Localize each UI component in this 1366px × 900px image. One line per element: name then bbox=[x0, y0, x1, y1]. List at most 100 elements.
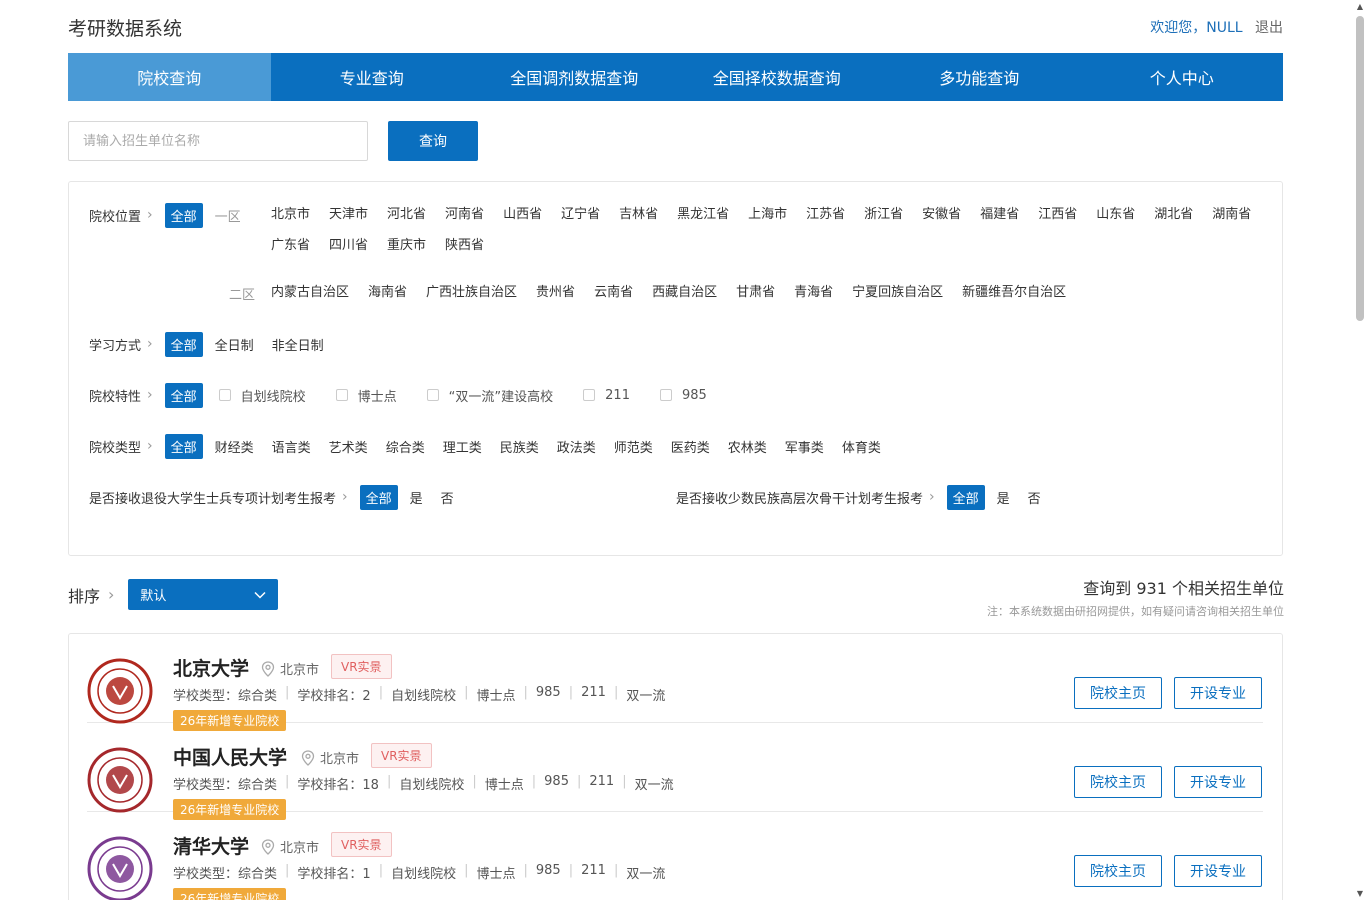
university-name[interactable]: 中国人民大学 bbox=[173, 743, 287, 770]
vr-tour-badge[interactable]: VR实景 bbox=[331, 832, 392, 857]
nav-adjust-data[interactable]: 全国调剂数据查询 bbox=[473, 53, 676, 101]
province-option[interactable]: 青海省 bbox=[794, 277, 833, 308]
university-name[interactable]: 北京大学 bbox=[173, 654, 249, 681]
checkbox-icon[interactable] bbox=[659, 389, 672, 401]
checkbox-icon[interactable] bbox=[218, 389, 231, 401]
feature-checkbox[interactable]: 985 bbox=[659, 388, 707, 403]
meta-separator: | bbox=[378, 685, 384, 700]
checkbox-icon[interactable] bbox=[426, 389, 439, 401]
soldier-no-option[interactable]: 否 bbox=[441, 488, 454, 507]
type-option[interactable]: 政法类 bbox=[557, 437, 596, 456]
province-option[interactable]: 山东省 bbox=[1096, 199, 1135, 230]
meta-separator: | bbox=[464, 863, 469, 878]
checkbox-icon[interactable] bbox=[583, 389, 596, 401]
province-option[interactable]: 辽宁省 bbox=[561, 199, 600, 230]
province-option[interactable]: 四川省 bbox=[329, 230, 368, 261]
province-option[interactable]: 河北省 bbox=[387, 199, 426, 230]
type-option[interactable]: 农林类 bbox=[728, 437, 767, 456]
study-option[interactable]: 非全日制 bbox=[272, 335, 324, 354]
nav-major-query[interactable]: 专业查询 bbox=[271, 53, 474, 101]
province-option[interactable]: 海南省 bbox=[368, 277, 407, 308]
province-option[interactable]: 安徽省 bbox=[922, 199, 961, 230]
province-option[interactable]: 广西壮族自治区 bbox=[426, 277, 517, 308]
province-option[interactable]: 宁夏回族自治区 bbox=[852, 277, 943, 308]
school-homepage-button[interactable]: 院校主页 bbox=[1074, 855, 1162, 887]
feature-checkbox[interactable]: 211 bbox=[583, 388, 630, 403]
type-all-chip[interactable]: 全部 bbox=[164, 433, 203, 459]
scroll-up-arrow-icon[interactable]: ▲ bbox=[1357, 2, 1363, 11]
province-option[interactable]: 山西省 bbox=[503, 199, 542, 230]
province-option[interactable]: 上海市 bbox=[748, 199, 787, 230]
nav-personal-center[interactable]: 个人中心 bbox=[1081, 53, 1284, 101]
province-option[interactable]: 广东省 bbox=[271, 230, 310, 261]
province-option[interactable]: 湖北省 bbox=[1154, 199, 1193, 230]
type-option[interactable]: 体育类 bbox=[842, 437, 881, 456]
type-option[interactable]: 理工类 bbox=[443, 437, 482, 456]
location-all-chip[interactable]: 全部 bbox=[164, 202, 203, 228]
province-option[interactable]: 贵州省 bbox=[536, 277, 575, 308]
province-option[interactable]: 福建省 bbox=[980, 199, 1019, 230]
province-option[interactable]: 新疆维吾尔自治区 bbox=[962, 277, 1066, 308]
sort-dropdown[interactable]: 默认 bbox=[128, 579, 279, 610]
open-majors-button[interactable]: 开设专业 bbox=[1174, 766, 1262, 798]
meta-separator: | bbox=[576, 774, 582, 789]
university-meta: 学校类型：综合类 | 学校排名：1 | 自划线院校 | 博士点 | 985 | 211 | 双一流 bbox=[173, 863, 665, 882]
province-option[interactable]: 江苏省 bbox=[806, 199, 845, 230]
logout-link[interactable]: 退出 bbox=[1255, 20, 1283, 36]
type-option[interactable]: 师范类 bbox=[614, 437, 653, 456]
province-option[interactable]: 内蒙古自治区 bbox=[271, 277, 349, 308]
province-option[interactable]: 河南省 bbox=[445, 199, 484, 230]
university-name[interactable]: 清华大学 bbox=[173, 832, 249, 859]
province-option[interactable]: 天津市 bbox=[329, 199, 368, 230]
type-option[interactable]: 医药类 bbox=[671, 437, 710, 456]
filter-minority-label: 是否接收少数民族高层次骨干计划考生报考 › bbox=[676, 489, 935, 507]
page-scrollbar-thumb[interactable] bbox=[1356, 16, 1364, 321]
type-option[interactable]: 民族类 bbox=[500, 437, 539, 456]
minority-yes-option[interactable]: 是 bbox=[997, 488, 1010, 507]
minority-all-chip[interactable]: 全部 bbox=[946, 484, 985, 510]
feature-checkbox[interactable]: 博士点 bbox=[335, 386, 397, 405]
search-button[interactable]: 查询 bbox=[388, 121, 478, 161]
school-tag: 博士点 bbox=[476, 689, 516, 704]
soldier-yes-option[interactable]: 是 bbox=[410, 488, 423, 507]
province-option[interactable]: 黑龙江省 bbox=[677, 199, 729, 230]
province-option[interactable]: 甘肃省 bbox=[736, 277, 775, 308]
study-option[interactable]: 全日制 bbox=[215, 335, 254, 354]
feature-checkbox[interactable]: 自划线院校 bbox=[218, 386, 306, 405]
province-option[interactable]: 北京市 bbox=[271, 199, 310, 230]
province-option[interactable]: 云南省 bbox=[594, 277, 633, 308]
province-option[interactable]: 吉林省 bbox=[619, 199, 658, 230]
filter-type: 院校类型 › 全部 财经类 语言类 艺术类 综合类 理工类 民族类 政法类 师范类… bbox=[89, 433, 881, 459]
type-option[interactable]: 语言类 bbox=[272, 437, 311, 456]
province-option[interactable]: 江西省 bbox=[1038, 199, 1077, 230]
feature-checkbox[interactable]: “双一流”建设高校 bbox=[426, 386, 553, 405]
type-option[interactable]: 军事类 bbox=[785, 437, 824, 456]
open-majors-button[interactable]: 开设专业 bbox=[1174, 677, 1262, 709]
soldier-all-chip[interactable]: 全部 bbox=[359, 484, 398, 510]
checkbox-icon[interactable] bbox=[335, 389, 348, 401]
minority-no-option[interactable]: 否 bbox=[1028, 488, 1041, 507]
province-option[interactable]: 浙江省 bbox=[864, 199, 903, 230]
type-option[interactable]: 财经类 bbox=[215, 437, 254, 456]
nav-multi-query[interactable]: 多功能查询 bbox=[878, 53, 1081, 101]
search-input[interactable] bbox=[68, 121, 368, 161]
school-homepage-button[interactable]: 院校主页 bbox=[1074, 766, 1162, 798]
nav-school-query[interactable]: 院校查询 bbox=[68, 53, 271, 101]
vr-tour-badge[interactable]: VR实景 bbox=[331, 654, 392, 679]
province-option[interactable]: 西藏自治区 bbox=[652, 277, 717, 308]
sort-value: 默认 bbox=[140, 589, 167, 604]
study-all-chip[interactable]: 全部 bbox=[164, 331, 203, 357]
school-tag: 博士点 bbox=[484, 778, 524, 793]
province-option[interactable]: 湖南省 bbox=[1212, 199, 1251, 230]
school-homepage-button[interactable]: 院校主页 bbox=[1074, 677, 1162, 709]
feature-all-chip[interactable]: 全部 bbox=[164, 382, 203, 408]
province-option[interactable]: 重庆市 bbox=[387, 230, 426, 261]
type-option[interactable]: 综合类 bbox=[386, 437, 425, 456]
vr-tour-badge[interactable]: VR实景 bbox=[371, 743, 432, 768]
nav-school-choice-data[interactable]: 全国择校数据查询 bbox=[676, 53, 879, 101]
type-option[interactable]: 艺术类 bbox=[329, 437, 368, 456]
university-logo-icon bbox=[87, 747, 153, 813]
scroll-down-arrow-icon[interactable]: ▼ bbox=[1357, 889, 1363, 898]
province-option[interactable]: 陕西省 bbox=[445, 230, 484, 261]
open-majors-button[interactable]: 开设专业 bbox=[1174, 855, 1262, 887]
